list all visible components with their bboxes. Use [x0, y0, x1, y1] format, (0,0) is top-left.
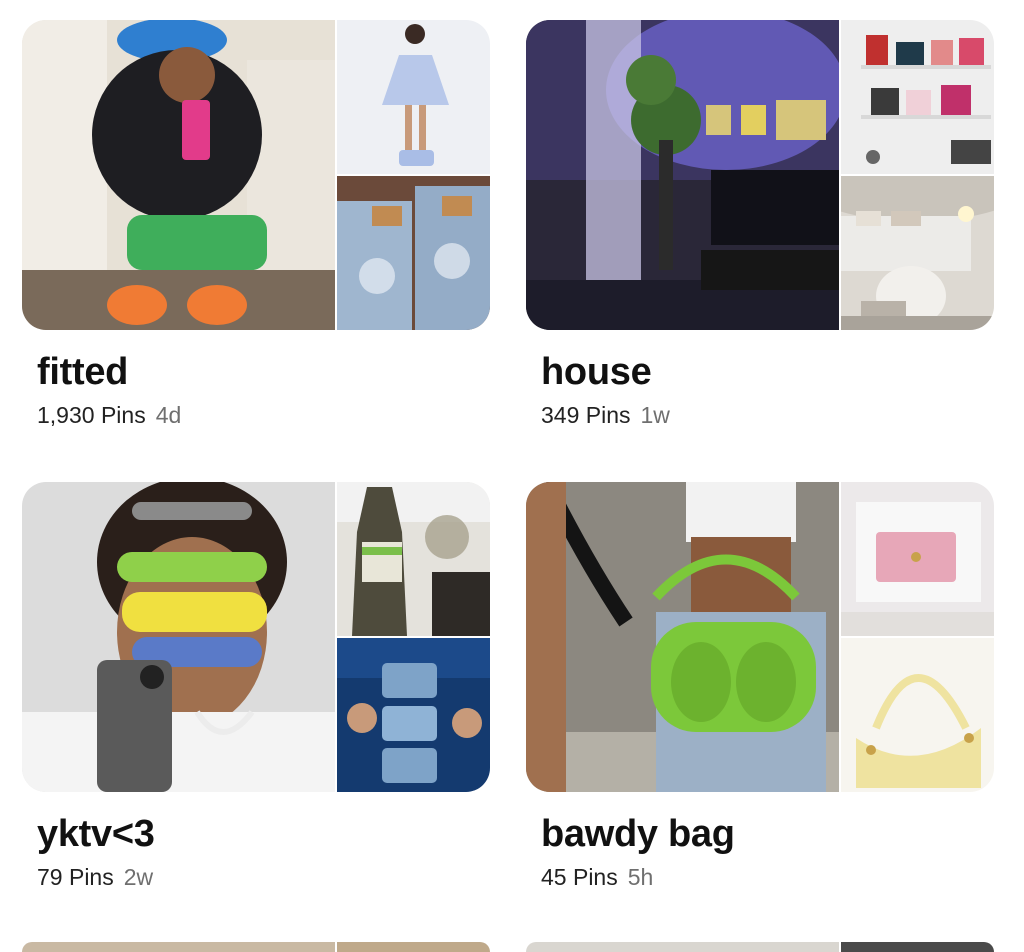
bottle-photo [337, 482, 490, 636]
board-card-next-right[interactable] [526, 942, 994, 952]
pin-count: 79 Pins [37, 864, 114, 890]
pink-wallet-photo [841, 482, 994, 636]
last-updated: 2w [123, 864, 154, 890]
collage-tile [841, 942, 994, 952]
last-updated: 1w [640, 402, 670, 428]
board-collage[interactable] [526, 20, 994, 330]
board-card-yktv[interactable]: yktv<3 79 Pins 2w [22, 482, 490, 892]
room-photo [526, 20, 839, 330]
board-title: bawdy bag [541, 813, 735, 855]
collage-tile [22, 942, 335, 952]
board-title: fitted [37, 351, 129, 393]
outfit-photo [22, 20, 335, 330]
yellow-bag-photo [841, 638, 994, 792]
bookshelf-photo [841, 20, 994, 174]
board-card-fitted[interactable]: fitted 1,930 Pins 4d [22, 20, 490, 430]
green-bag-photo [526, 482, 839, 792]
collage-tile [337, 942, 490, 952]
board-meta: 45 Pins 5h [541, 862, 994, 892]
board-meta: 79 Pins 2w [37, 862, 490, 892]
pin-count: 1,930 Pins [37, 402, 146, 428]
jeans-photo [337, 176, 490, 330]
board-collage[interactable] [22, 20, 490, 330]
phone-crowd-photo [337, 638, 490, 792]
pin-count: 349 Pins [541, 402, 631, 428]
sunglasses-portrait-photo [22, 482, 335, 792]
board-card-bawdy-bag[interactable]: bawdy bag 45 Pins 5h [526, 482, 994, 892]
board-card-next-left[interactable] [22, 942, 490, 952]
pin-count: 45 Pins [541, 864, 618, 890]
bedroom-photo [841, 176, 994, 330]
board-title: yktv<3 [37, 813, 155, 855]
board-meta: 349 Pins 1w [541, 400, 994, 430]
collage-tile [526, 942, 839, 952]
board-collage[interactable] [526, 482, 994, 792]
board-collage[interactable] [22, 482, 490, 792]
last-updated: 5h [627, 864, 654, 890]
board-meta: 1,930 Pins 4d [37, 400, 490, 430]
board-card-house[interactable]: house 349 Pins 1w [526, 20, 994, 430]
last-updated: 4d [155, 402, 182, 428]
dress-photo [337, 20, 490, 174]
board-title: house [541, 351, 652, 393]
